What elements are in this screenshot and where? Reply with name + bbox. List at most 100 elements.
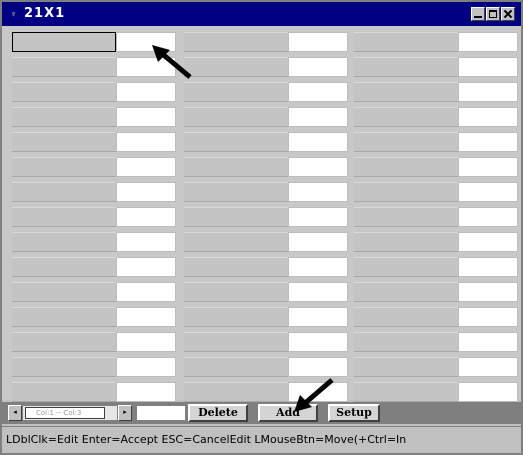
grid-value-cell[interactable] <box>116 282 176 302</box>
grid-value-cell[interactable] <box>458 182 518 202</box>
grid-value-cell[interactable] <box>458 282 518 302</box>
scroll-left-button[interactable]: ◂ <box>8 405 22 421</box>
grid-area[interactable] <box>2 26 521 402</box>
grid-label-cell[interactable] <box>354 332 458 352</box>
grid-value-cell[interactable] <box>116 107 176 127</box>
grid-value-cell[interactable] <box>116 357 176 377</box>
grid-value-cell[interactable] <box>458 57 518 77</box>
grid-value-cell[interactable] <box>288 182 348 202</box>
grid-value-cell[interactable] <box>288 132 348 152</box>
grid-value-cell[interactable] <box>288 232 348 252</box>
grid-label-cell[interactable] <box>12 207 116 227</box>
grid-label-cell[interactable] <box>354 282 458 302</box>
grid-label-cell[interactable] <box>184 257 288 277</box>
grid-label-cell[interactable] <box>354 132 458 152</box>
grid-label-cell[interactable] <box>12 382 116 402</box>
window-menu-icon[interactable]: ♆ <box>10 10 20 19</box>
grid-value-cell[interactable] <box>458 207 518 227</box>
grid-value-cell[interactable] <box>288 357 348 377</box>
grid-label-cell[interactable] <box>12 32 116 52</box>
grid-value-cell[interactable] <box>288 32 348 52</box>
grid-value-cell[interactable] <box>116 332 176 352</box>
scroll-thumb[interactable]: Col:1 -- Col:3 <box>25 407 105 419</box>
grid-label-cell[interactable] <box>184 182 288 202</box>
grid-label-cell[interactable] <box>354 207 458 227</box>
scroll-right-button[interactable]: ▸ <box>118 405 132 421</box>
grid-value-cell[interactable] <box>116 232 176 252</box>
grid-label-cell[interactable] <box>12 57 116 77</box>
grid-label-cell[interactable] <box>184 132 288 152</box>
grid-label-cell[interactable] <box>184 232 288 252</box>
grid-label-cell[interactable] <box>184 307 288 327</box>
grid-value-cell[interactable] <box>288 257 348 277</box>
grid-label-cell[interactable] <box>354 32 458 52</box>
grid-value-cell[interactable] <box>288 57 348 77</box>
grid-value-cell[interactable] <box>288 107 348 127</box>
grid-value-cell[interactable] <box>116 157 176 177</box>
grid-label-cell[interactable] <box>354 157 458 177</box>
grid-label-cell[interactable] <box>184 332 288 352</box>
grid-label-cell[interactable] <box>12 182 116 202</box>
grid-label-cell[interactable] <box>354 382 458 402</box>
grid-label-cell[interactable] <box>12 282 116 302</box>
grid-value-cell[interactable] <box>288 307 348 327</box>
grid-label-cell[interactable] <box>12 357 116 377</box>
grid-label-cell[interactable] <box>12 232 116 252</box>
title-bar[interactable]: ♆ 21X1 <box>2 2 521 26</box>
grid-label-cell[interactable] <box>184 57 288 77</box>
grid-value-cell[interactable] <box>458 232 518 252</box>
grid-value-cell[interactable] <box>458 332 518 352</box>
grid-label-cell[interactable] <box>184 82 288 102</box>
grid-value-cell[interactable] <box>288 282 348 302</box>
grid-value-cell[interactable] <box>116 307 176 327</box>
grid-label-cell[interactable] <box>354 182 458 202</box>
grid-value-cell[interactable] <box>116 182 176 202</box>
close-button[interactable] <box>501 7 515 21</box>
grid-label-cell[interactable] <box>354 57 458 77</box>
grid-label-cell[interactable] <box>184 107 288 127</box>
grid-value-cell[interactable] <box>458 357 518 377</box>
grid-value-cell[interactable] <box>458 257 518 277</box>
cell-edit-field[interactable] <box>136 405 186 421</box>
horizontal-scrollbar[interactable]: Col:1 -- Col:3 <box>22 405 118 421</box>
grid-label-cell[interactable] <box>354 357 458 377</box>
grid-label-cell[interactable] <box>12 157 116 177</box>
minimize-button[interactable] <box>471 7 485 21</box>
grid-value-cell[interactable] <box>116 207 176 227</box>
grid-label-cell[interactable] <box>12 82 116 102</box>
grid-value-cell[interactable] <box>288 332 348 352</box>
grid-value-cell[interactable] <box>458 307 518 327</box>
grid-label-cell[interactable] <box>354 107 458 127</box>
grid-value-cell[interactable] <box>288 207 348 227</box>
grid-label-cell[interactable] <box>184 282 288 302</box>
grid-label-cell[interactable] <box>184 157 288 177</box>
grid-value-cell[interactable] <box>116 257 176 277</box>
delete-button[interactable]: Delete <box>188 404 248 422</box>
grid-value-cell[interactable] <box>458 82 518 102</box>
grid-value-cell[interactable] <box>288 82 348 102</box>
grid-value-cell[interactable] <box>458 132 518 152</box>
grid-value-cell[interactable] <box>288 157 348 177</box>
grid-row <box>12 282 176 302</box>
grid-label-cell[interactable] <box>354 232 458 252</box>
grid-value-cell[interactable] <box>458 107 518 127</box>
grid-label-cell[interactable] <box>12 307 116 327</box>
grid-label-cell[interactable] <box>184 357 288 377</box>
grid-value-cell[interactable] <box>116 382 176 402</box>
grid-label-cell[interactable] <box>354 307 458 327</box>
grid-label-cell[interactable] <box>12 257 116 277</box>
grid-value-cell[interactable] <box>458 157 518 177</box>
grid-label-cell[interactable] <box>184 207 288 227</box>
grid-label-cell[interactable] <box>12 132 116 152</box>
grid-label-cell[interactable] <box>12 332 116 352</box>
grid-label-cell[interactable] <box>184 32 288 52</box>
grid-value-cell[interactable] <box>458 32 518 52</box>
grid-label-cell[interactable] <box>354 82 458 102</box>
grid-value-cell[interactable] <box>116 132 176 152</box>
maximize-button[interactable] <box>486 7 500 21</box>
grid-label-cell[interactable] <box>184 382 288 402</box>
grid-value-cell[interactable] <box>116 82 176 102</box>
grid-value-cell[interactable] <box>458 382 518 402</box>
grid-label-cell[interactable] <box>354 257 458 277</box>
grid-label-cell[interactable] <box>12 107 116 127</box>
